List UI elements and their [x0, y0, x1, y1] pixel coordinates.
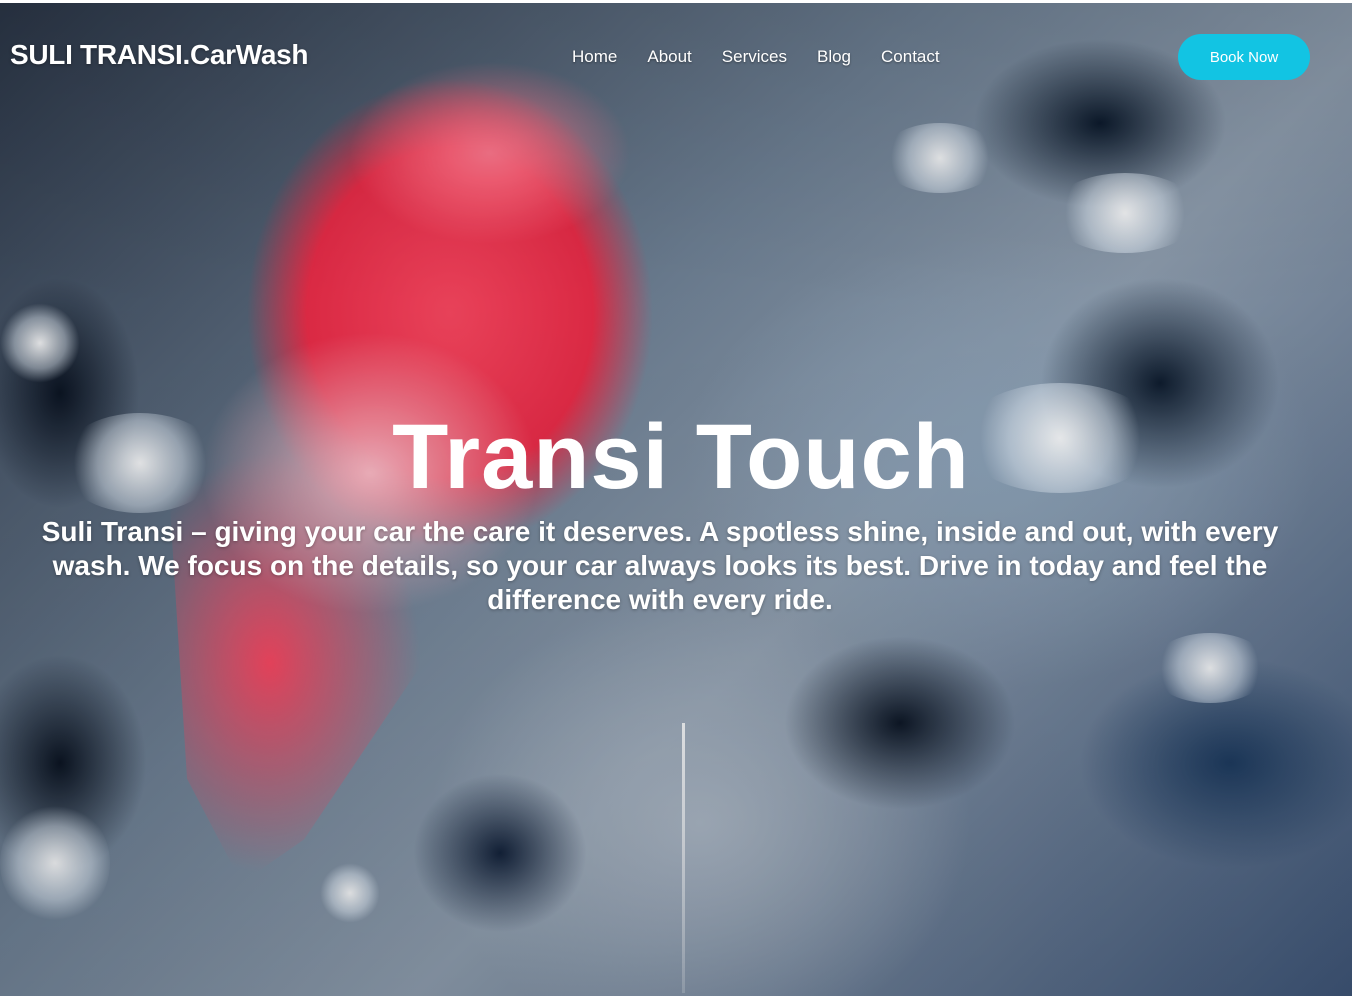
nav-blog-link[interactable]: Blog — [817, 47, 851, 67]
book-now-button[interactable]: Book Now — [1178, 34, 1310, 80]
nav-contact-link[interactable]: Contact — [881, 47, 940, 67]
brand-logo-text[interactable]: SULI TRANSI.CarWash — [10, 39, 308, 71]
hero-title: Transi Touch — [392, 406, 970, 508]
site-header: SULI TRANSI.CarWash Home About Services … — [0, 3, 1352, 113]
nav-home-link[interactable]: Home — [572, 47, 617, 67]
nav-about-link[interactable]: About — [647, 47, 691, 67]
hero-description: Suli Transi – giving your car the care i… — [41, 516, 1279, 615]
nav-services-link[interactable]: Services — [722, 47, 787, 67]
main-nav: Home About Services Blog Contact — [572, 47, 940, 67]
page: SULI TRANSI.CarWash Home About Services … — [0, 0, 1352, 996]
